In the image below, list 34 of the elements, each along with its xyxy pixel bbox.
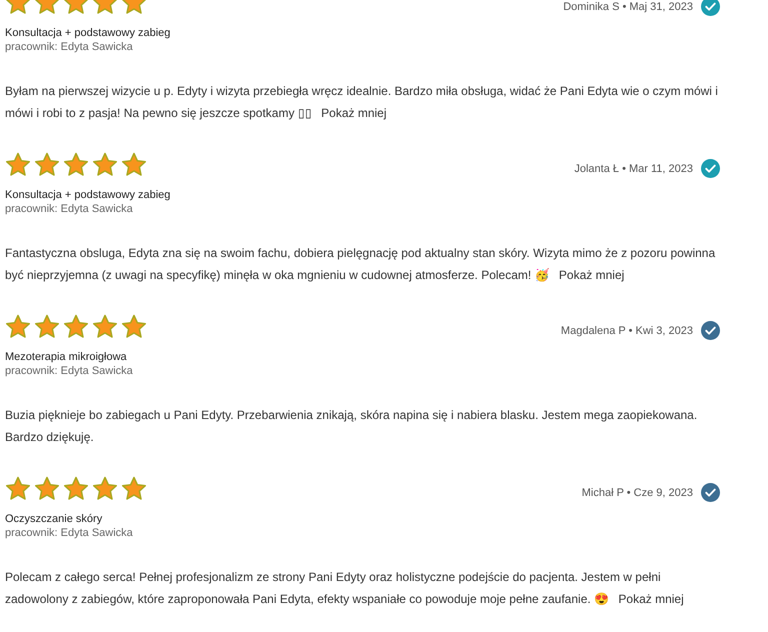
author-date: Michał P • Cze 9, 2023 [582,486,693,498]
author-date: Jolanta Ł • Mar 11, 2023 [574,162,693,174]
star-icon [92,152,118,178]
star-icon [34,476,60,502]
review-text: Byłam na pierwszej wizycie u p. Edyty i wizyta przebiegła wręcz idealnie. Bardzo miła obsługa, widać że Pani Edyta wie o czym mówi i mówi i robi to z pasja! Na pewno się jeszcze spotkamy ▯▯ Pokaż mniej [5,83,719,122]
show-less-link[interactable]: Pokaż mniej [321,106,387,120]
star-icon [92,314,118,340]
star-icon [5,314,31,340]
author-date: Dominika S • Maj 31, 2023 [563,0,693,12]
star-icon [121,314,147,340]
star-icon [5,152,31,178]
worker-name: pracownik: Edyta Sawicka [5,364,134,378]
show-less-link[interactable]: Pokaż mniej [618,592,684,606]
star-icon [63,314,89,340]
star-icon [63,476,89,502]
star-icon [34,152,60,178]
review-text: Buzia pięknieje bo zabiegach u Pani Edyty. Przebarwienia znikają, skóra napina się i nabiera blasku. Jestem mega zaopiekowana. Bardzo dziękuję. [5,407,698,446]
review-text: Polecam z całego serca! Pełnej profesjonalizm ze strony Pani Edyty oraz holistyczne podejście do pacjenta. Jestem w pełni zadowolony z zabiegów, które zaproponowała Pani Edyta, efekty wspaniałe co powoduje moje pełne zaufanie. 😍 Pokaż mniej [5,569,685,608]
worker-name: pracownik: Edyta Sawicka [5,202,134,216]
star-icon [34,314,60,340]
service-name: Oczyszczanie skóry [5,512,104,526]
worker-name: pracownik: Edyta Sawicka [5,40,134,54]
star-icon [63,152,89,178]
show-less-link[interactable]: Pokaż mniej [558,268,624,282]
star-icon [121,152,147,178]
worker-name: pracownik: Edyta Sawicka [5,526,134,540]
star-icon [92,476,118,502]
author-date: Magdalena P • Kwi 3, 2023 [560,324,693,336]
star-icon [5,476,31,502]
star-icon [121,476,147,502]
service-name: Mezoterapia mikroigłowa [5,350,128,364]
service-name: Konsultacja + podstawowy zabieg [5,26,172,40]
service-name: Konsultacja + podstawowy zabieg [5,188,172,202]
review-text: Fantastyczna obsluga, Edyta zna się na swoim fachu, dobiera pielęgnację pod aktualny stan skóry. Wizyta mimo że z pozoru powinna być nieprzyjemna (z uwagi na specyfikę) minęła w oka mgnieniu w cudownej atmosferze. Polecam! 🥳 Pokaż mniej [5,245,716,284]
